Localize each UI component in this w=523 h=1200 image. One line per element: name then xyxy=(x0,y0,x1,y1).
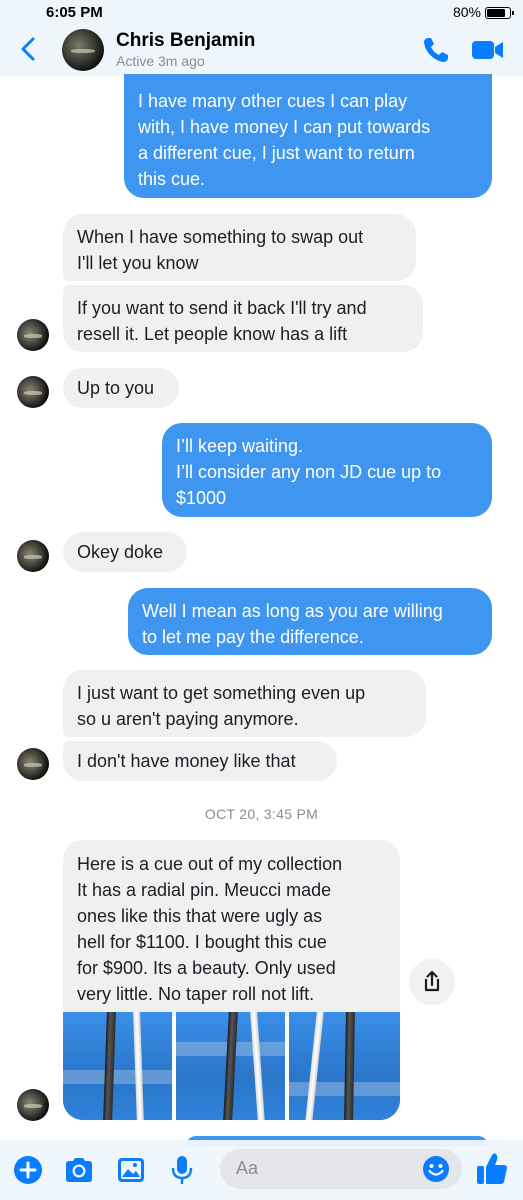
cue-photo[interactable] xyxy=(63,1012,172,1120)
message-line: with, I have money I can put towards xyxy=(138,117,431,137)
battery-icon xyxy=(485,7,514,19)
message-bubble-incoming[interactable]: Here is a cue out of my collection It ha… xyxy=(63,840,400,1016)
message-input-placeholder: Aa xyxy=(236,1158,259,1178)
thumbs-up-icon[interactable] xyxy=(474,1150,510,1188)
message-composer: Aa xyxy=(0,1140,523,1200)
message-line: I'll let you know xyxy=(77,253,199,273)
plus-icon[interactable] xyxy=(11,1154,45,1186)
conversation-header: Chris Benjamin Active 3m ago xyxy=(0,26,523,76)
status-time: 6:05 PM xyxy=(46,4,103,21)
message-line: for $900. Its a beauty. Only used xyxy=(77,958,336,978)
camera-icon[interactable] xyxy=(62,1154,96,1186)
battery-percentage: 80% xyxy=(452,4,481,20)
conversation-timestamp: OCT 20, 3:45 PM xyxy=(204,806,319,822)
microphone-icon[interactable] xyxy=(165,1154,199,1186)
message-line: hell for $1100. I bought this cue xyxy=(77,932,327,952)
message-bubble-incoming[interactable]: I just want to get something even up so … xyxy=(63,670,426,737)
message-line: I just want to get something even up xyxy=(77,683,366,703)
emoji-icon[interactable] xyxy=(422,1155,450,1183)
message-bubble-incoming[interactable]: When I have something to swap out I'll l… xyxy=(63,214,416,281)
message-line: I don't have money like that xyxy=(77,751,296,771)
message-line: It has a radial pin. Meucci made xyxy=(77,880,332,900)
message-bubble-incoming[interactable]: I don't have money like that xyxy=(63,741,337,781)
cue-photo[interactable] xyxy=(176,1012,285,1120)
message-line: I’ll consider any non JD cue up to xyxy=(176,462,442,482)
contact-avatar-small[interactable] xyxy=(17,319,49,351)
active-status: Active 3m ago xyxy=(116,53,205,69)
message-line: this cue. xyxy=(138,169,206,189)
message-line: to let me pay the difference. xyxy=(142,627,364,647)
message-line: a different cue, I just want to return xyxy=(138,143,415,163)
message-line: Well I mean as long as you are willing xyxy=(142,601,443,621)
message-line: very little. No taper roll not lift. xyxy=(77,984,315,1004)
share-icon[interactable] xyxy=(409,959,455,1005)
contact-avatar-small[interactable] xyxy=(17,540,49,572)
cue-photo[interactable] xyxy=(289,1012,400,1120)
message-line: If you want to send it back I'll try and xyxy=(77,298,367,318)
video-camera-icon[interactable] xyxy=(470,36,506,64)
contact-avatar-small[interactable] xyxy=(17,376,49,408)
message-line: ones like this that were ugly as xyxy=(77,906,323,926)
message-line: I have many other cues I can play xyxy=(138,91,408,111)
status-bar: 6:05 PM 80% xyxy=(0,0,523,26)
back-chevron-icon[interactable] xyxy=(14,34,44,64)
photo-attachments xyxy=(63,1012,400,1120)
phone-icon[interactable] xyxy=(420,34,452,66)
message-line: so u aren't paying anymore. xyxy=(77,709,299,729)
contact-avatar-small[interactable] xyxy=(17,1089,49,1121)
message-line: Up to you xyxy=(77,378,155,398)
message-bubble-outgoing[interactable]: I have many other cues I can play with, … xyxy=(124,74,492,198)
message-line: When I have something to swap out xyxy=(77,227,364,247)
message-bubble-incoming[interactable]: Okey doke xyxy=(63,532,187,572)
message-bubble-incoming[interactable]: If you want to send it back I'll try and… xyxy=(63,285,423,352)
photo-gallery-icon[interactable] xyxy=(114,1154,148,1186)
message-line: Okey doke xyxy=(77,542,164,562)
contact-avatar[interactable] xyxy=(62,29,104,71)
message-line: I’ll keep waiting. xyxy=(176,436,304,456)
message-bubble-outgoing[interactable]: I’ll keep waiting. I’ll consider any non… xyxy=(162,423,492,517)
message-bubble-outgoing[interactable]: Well I mean as long as you are willing t… xyxy=(128,588,492,655)
contact-avatar-small[interactable] xyxy=(17,748,49,780)
message-line: resell it. Let people know has a lift xyxy=(77,324,348,344)
contact-name[interactable]: Chris Benjamin xyxy=(116,30,255,52)
message-line: Here is a cue out of my collection xyxy=(77,854,343,874)
message-line: $1000 xyxy=(176,488,227,508)
message-bubble-incoming[interactable]: Up to you xyxy=(63,368,179,408)
